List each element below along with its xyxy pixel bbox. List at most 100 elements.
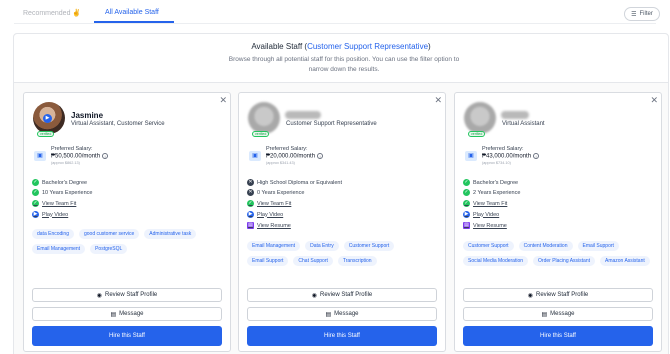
salary-approx: (approx $341.43) xyxy=(266,161,295,165)
wallet-icon: ▣ xyxy=(465,151,477,161)
hire-button[interactable]: Hire this Staff xyxy=(32,326,222,346)
close-icon[interactable]: ✕ xyxy=(434,96,442,105)
x-circle-icon: ✕ xyxy=(247,189,254,196)
experience-text: 2 Years Experience xyxy=(473,189,521,196)
play-icon: ▶ xyxy=(32,211,39,218)
salary-label: Preferred Salary: xyxy=(266,146,308,152)
salary-label: Preferred Salary: xyxy=(51,146,93,152)
document-icon: ▤ xyxy=(463,222,470,229)
view-resume-link[interactable]: ▤ View Resume xyxy=(247,222,291,229)
education-item: ✓ Bachelor's Degree xyxy=(463,179,518,186)
review-label: Review Staff Profile xyxy=(105,292,158,298)
hire-button[interactable]: Hire this Staff xyxy=(463,326,653,346)
play-icon: ▶ xyxy=(247,211,254,218)
title-position: Customer Support Representative xyxy=(307,42,429,51)
message-icon: ▤ xyxy=(541,311,548,318)
message-button[interactable]: ▤ Message xyxy=(463,307,653,321)
eye-icon: ◉ xyxy=(96,292,102,299)
experience-text: 0 Years Experience xyxy=(257,189,305,196)
message-button[interactable]: ▤ Message xyxy=(247,307,437,321)
x-circle-icon: ✕ xyxy=(247,179,254,186)
eye-icon: ◉ xyxy=(311,292,317,299)
experience-item: ✓ 10 Years Experience xyxy=(32,189,92,196)
view-team-fit-label: View Team Fit xyxy=(257,200,292,207)
skill-tags: Email Management Data Entry Customer Sup… xyxy=(247,241,439,266)
staff-card: ✕ verified Virtual Assistant ▣ Preferred… xyxy=(454,92,662,352)
filter-label: Filter xyxy=(639,11,653,17)
close-icon[interactable]: ✕ xyxy=(219,96,227,105)
education-item: ✓ Bachelor's Degree xyxy=(32,179,87,186)
skill-tag: Administrative task xyxy=(144,229,197,239)
info-icon[interactable]: i xyxy=(102,153,109,159)
review-profile-button[interactable]: ◉ Review Staff Profile xyxy=(32,288,222,302)
education-text: Bachelor's Degree xyxy=(473,179,519,186)
view-resume-label: View Resume xyxy=(257,222,291,229)
check-icon: ✓ xyxy=(32,189,39,196)
play-icon[interactable]: ▶ xyxy=(43,114,52,123)
play-video-link[interactable]: ▶ Play Video xyxy=(32,211,68,218)
page-subtitle: Browse through all potential staff for t… xyxy=(228,56,460,73)
view-team-fit-link[interactable]: ✓ View Team Fit xyxy=(32,200,76,207)
message-label: Message xyxy=(334,311,359,317)
skill-tag: Email Management xyxy=(247,241,301,251)
review-profile-button[interactable]: ◉ Review Staff Profile xyxy=(463,288,653,302)
salary-label: Preferred Salary: xyxy=(482,146,524,152)
message-label: Message xyxy=(550,311,575,317)
staff-name: Jasmine xyxy=(71,111,104,120)
wallet-icon: ▣ xyxy=(34,151,46,161)
play-video-label: Play Video xyxy=(473,211,500,218)
skill-tags: Customer Support Content Moderation Emai… xyxy=(463,241,655,266)
staff-name-hidden xyxy=(285,111,321,119)
skill-tag: Email Management xyxy=(32,244,86,254)
tab-all-available-staff[interactable]: All Available Staff xyxy=(105,9,159,16)
salary-value: ₱43,000.00/month xyxy=(482,153,532,160)
message-icon: ▤ xyxy=(110,311,117,318)
tab-recommended[interactable]: Recommended ✌ xyxy=(23,9,81,17)
avatar xyxy=(464,102,496,134)
salary-approx: (approx $862.13) xyxy=(51,161,80,165)
close-icon[interactable]: ✕ xyxy=(650,96,658,105)
view-team-fit-label: View Team Fit xyxy=(473,200,508,207)
skill-tag: Content Moderation xyxy=(518,241,573,251)
skill-tag: Chat Support xyxy=(293,256,333,266)
play-video-label: Play Video xyxy=(257,211,284,218)
staff-card: ✕ ▶ verified Jasmine Virtual Assistant, … xyxy=(23,92,231,352)
info-icon[interactable]: i xyxy=(533,153,540,159)
skill-tag: data Encoding xyxy=(32,229,74,239)
experience-text: 10 Years Experience xyxy=(42,189,93,196)
skill-tag: Email Support xyxy=(577,241,619,251)
review-label: Review Staff Profile xyxy=(320,292,373,298)
page-title: Available Staff (Customer Support Repres… xyxy=(14,42,668,51)
view-team-fit-link[interactable]: ✓ View Team Fit xyxy=(247,200,291,207)
skill-tag: good customer service xyxy=(78,229,140,239)
skill-tag: Social Media Moderation xyxy=(463,256,529,266)
staff-card: ✕ verified Customer Support Representati… xyxy=(238,92,446,352)
tabs-divider xyxy=(14,23,656,24)
experience-item: ✓ 2 Years Experience xyxy=(463,189,520,196)
salary-approx: (approx $734.10) xyxy=(482,161,511,165)
check-icon: ✓ xyxy=(32,200,39,207)
education-text: High School Diploma or Equivalent xyxy=(257,179,342,186)
view-resume-link[interactable]: ▤ View Resume xyxy=(463,222,507,229)
play-video-link[interactable]: ▶ Play Video xyxy=(463,211,499,218)
salary-amount: ₱43,000.00/month i xyxy=(482,153,540,160)
message-icon: ▤ xyxy=(325,311,332,318)
message-button[interactable]: ▤ Message xyxy=(32,307,222,321)
play-video-label: Play Video xyxy=(42,211,69,218)
review-profile-button[interactable]: ◉ Review Staff Profile xyxy=(247,288,437,302)
hire-button[interactable]: Hire this Staff xyxy=(247,326,437,346)
staff-role: Virtual Assistant, Customer Service xyxy=(71,121,165,127)
review-label: Review Staff Profile xyxy=(536,292,589,298)
check-icon: ✓ xyxy=(247,200,254,207)
play-video-link[interactable]: ▶ Play Video xyxy=(247,211,283,218)
tab-bar: Recommended ✌ All Available Staff ☰ Filt… xyxy=(0,0,670,30)
avatar xyxy=(248,102,280,134)
filter-button[interactable]: ☰ Filter xyxy=(624,7,660,21)
view-team-fit-link[interactable]: ✓ View Team Fit xyxy=(463,200,507,207)
skill-tag: Data Entry xyxy=(305,241,339,251)
eye-icon: ◉ xyxy=(527,292,533,299)
wallet-icon: ▣ xyxy=(249,151,261,161)
skill-tag: Customer Support xyxy=(463,241,514,251)
staff-role: Customer Support Representative xyxy=(286,121,377,127)
info-icon[interactable]: i xyxy=(317,153,324,159)
